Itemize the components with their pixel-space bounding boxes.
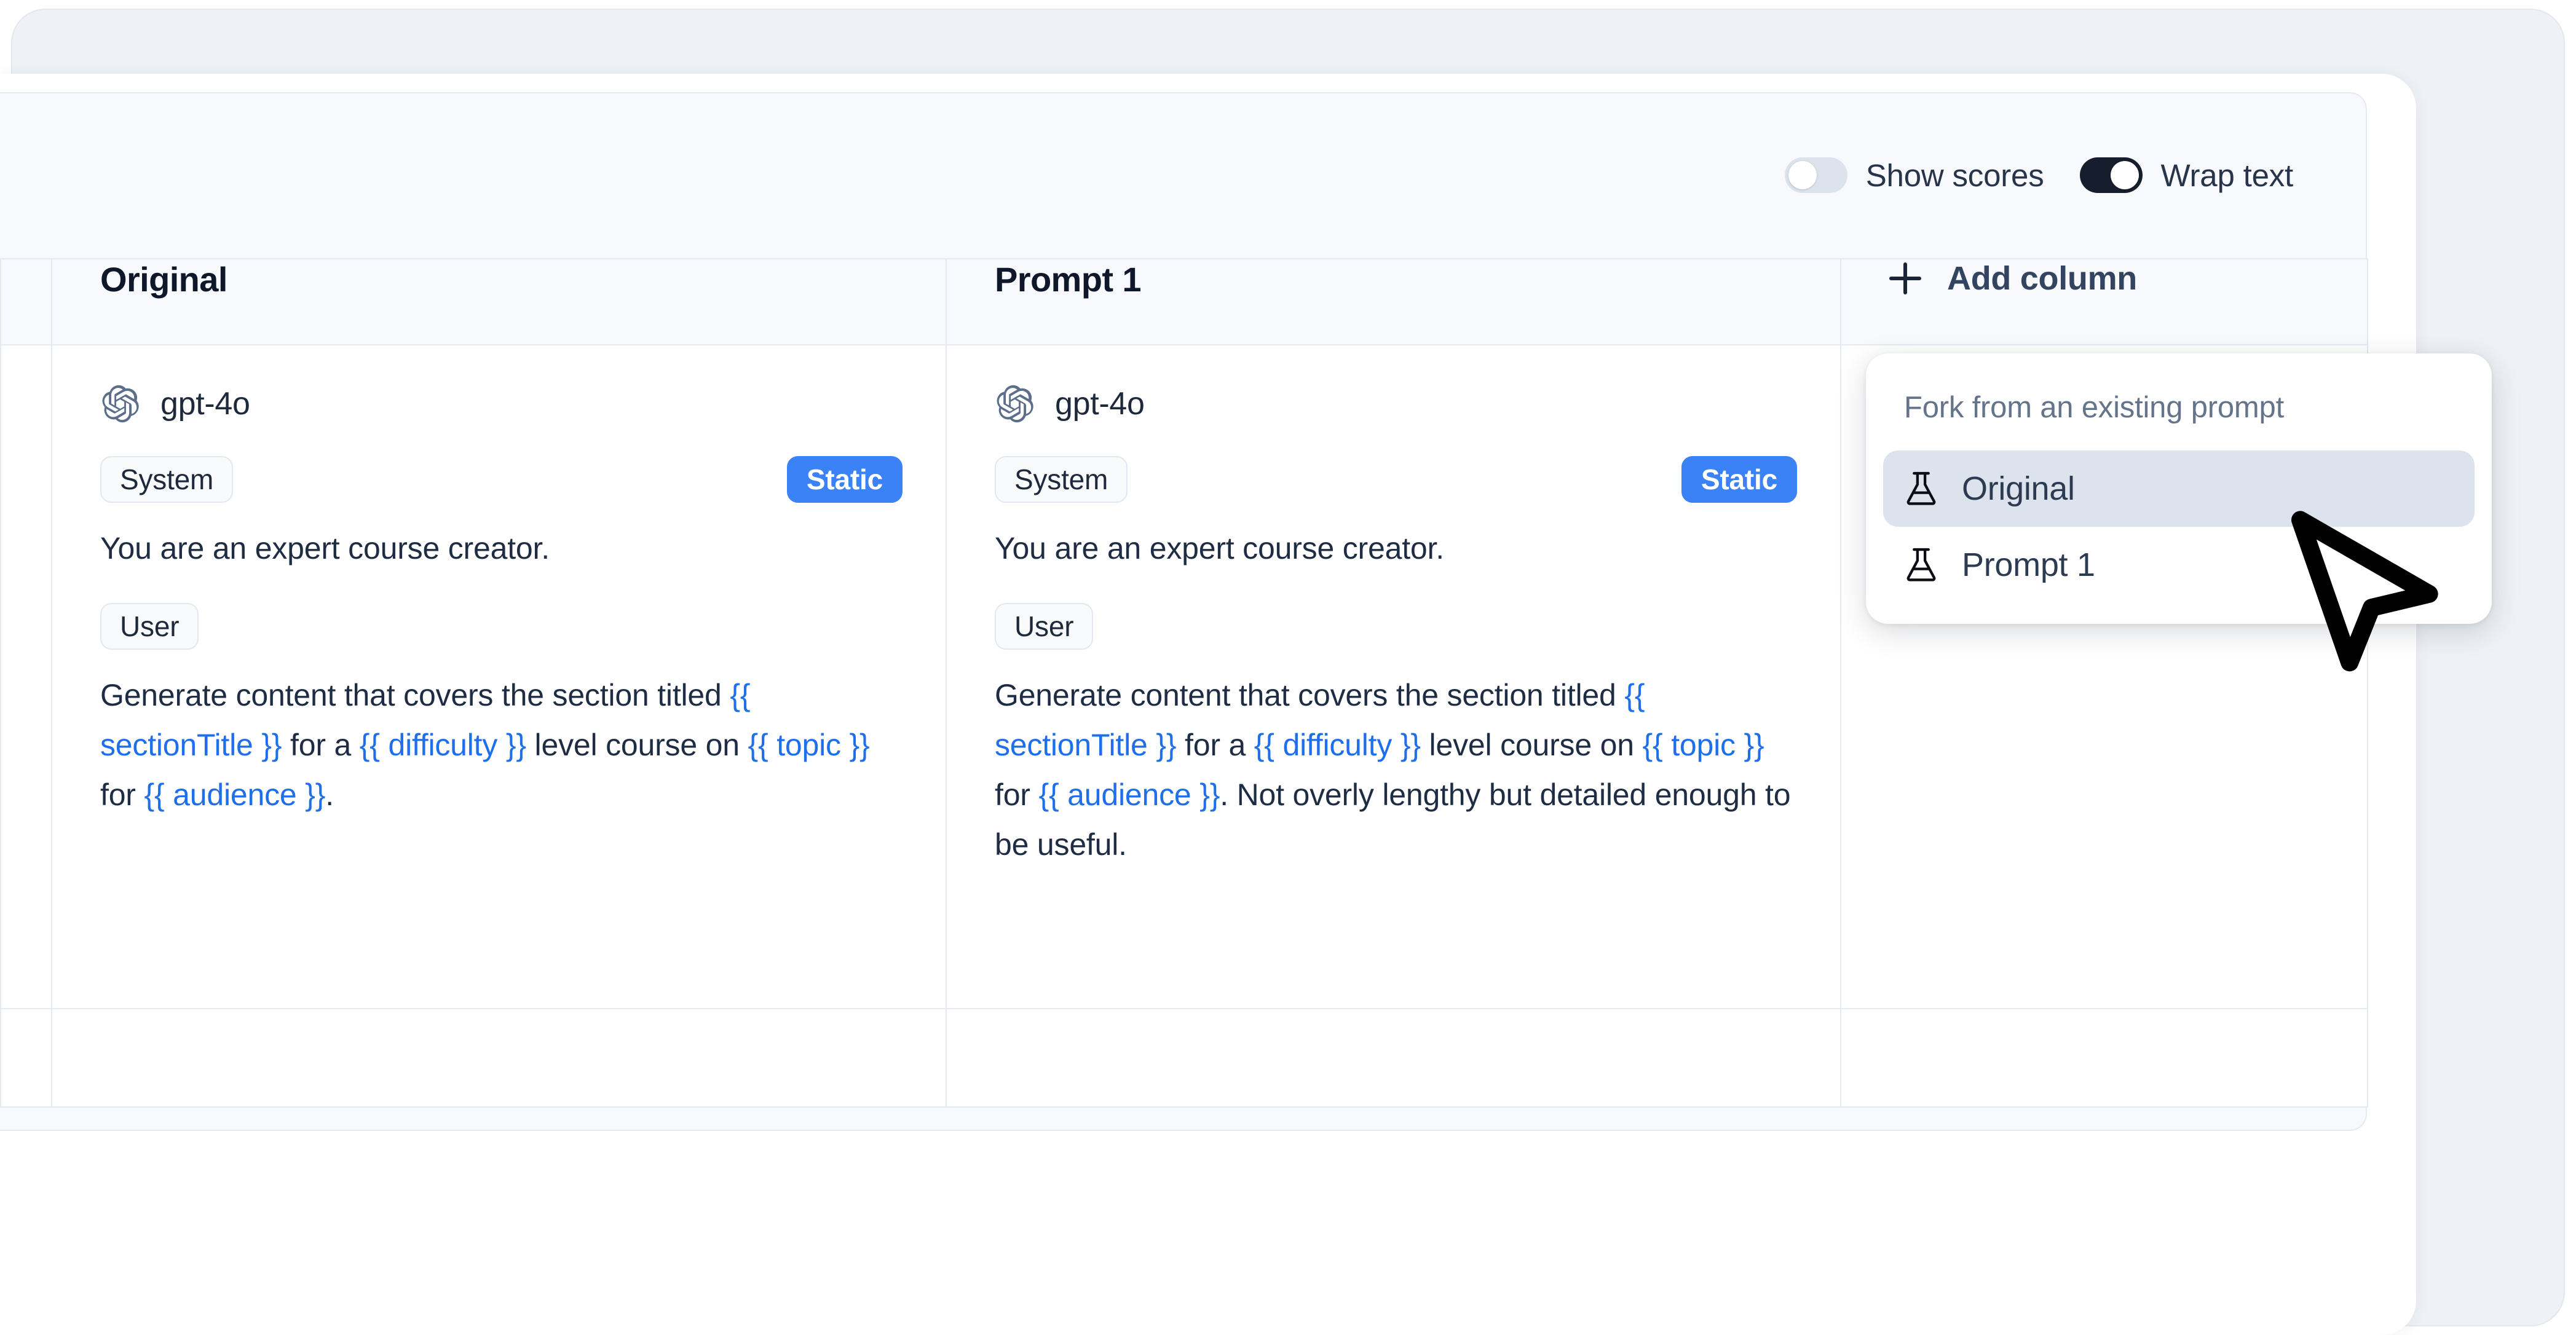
model-name: gpt-4o — [160, 386, 250, 422]
type-badge-static[interactable]: Static — [1681, 456, 1797, 503]
add-column-label: Add column — [1947, 260, 2137, 297]
dropdown-item-original[interactable]: Original — [1883, 451, 2475, 527]
flask-icon — [1906, 471, 1936, 505]
text-part: Generate content that covers the section… — [995, 678, 1625, 712]
toggle-knob — [2110, 161, 2139, 189]
type-badge-static[interactable]: Static — [786, 456, 903, 503]
template-variable: {{ topic }} — [748, 728, 870, 762]
text-part: . — [325, 778, 334, 812]
table-header-row: Original Prompt 1 Add column — [0, 258, 2368, 345]
message-text-user: Generate content that covers the section… — [995, 671, 1797, 870]
template-variable: {{ audience }} — [1038, 778, 1220, 812]
add-column-button[interactable]: Add column — [1889, 259, 2367, 297]
openai-logo-icon — [997, 385, 1033, 423]
wrap-text-label: Wrap text — [2160, 157, 2294, 193]
template-variable: {{ difficulty }} — [359, 728, 526, 762]
role-badge-system[interactable]: System — [995, 456, 1128, 503]
show-scores-toggle-group[interactable]: Show scores — [1784, 157, 2044, 194]
cell-prompt1[interactable]: gpt-4o System Static You are an expert c… — [946, 344, 1841, 1009]
text-part: You are an expert course creator. — [995, 531, 1444, 565]
model-row-prompt1[interactable]: gpt-4o — [995, 384, 1797, 424]
text-part: for — [100, 778, 144, 812]
message-text-system: You are an expert course creator. — [995, 524, 1797, 573]
message-text-user: Generate content that covers the section… — [100, 671, 903, 820]
openai-logo-icon — [102, 385, 139, 423]
toggle-switch-icon[interactable] — [1784, 157, 1847, 193]
wrap-text-toggle-group[interactable]: Wrap text — [2079, 157, 2294, 194]
empty-cell-prompt1[interactable] — [946, 1008, 1841, 1108]
table-toolbar: Show scores Wrap text — [0, 92, 2367, 258]
screenshot-stage: Show scores Wrap text Original Prompt 1 — [0, 0, 2576, 1335]
dropdown-item-label: Prompt 1 — [1962, 546, 2095, 583]
message-badges-system: System Static — [995, 456, 1797, 503]
show-scores-label: Show scores — [1865, 157, 2044, 193]
row-gutter-cell — [0, 1008, 52, 1108]
text-part: level course on — [526, 728, 748, 762]
model-name: gpt-4o — [1055, 386, 1145, 422]
text-part: for a — [1176, 728, 1254, 762]
cell-original[interactable]: gpt-4o System Static You are an expert c… — [51, 344, 947, 1009]
text-part: for — [995, 778, 1039, 812]
empty-cell-original[interactable] — [51, 1008, 947, 1108]
text-part: for a — [282, 728, 360, 762]
column-title-original: Original — [100, 260, 227, 299]
flask-icon — [1906, 548, 1936, 581]
plus-icon — [1889, 262, 1921, 294]
dropdown-item-prompt1[interactable]: Prompt 1 — [1883, 527, 2475, 603]
fork-prompt-dropdown: Fork from an existing prompt Original Pr… — [1866, 353, 2492, 624]
row-gutter-header — [0, 258, 52, 345]
column-header-prompt1[interactable]: Prompt 1 — [946, 258, 1841, 345]
template-variable: {{ topic }} — [1642, 728, 1764, 762]
message-text-system: You are an expert course creator. — [100, 524, 903, 573]
role-badge-system[interactable]: System — [100, 456, 234, 503]
empty-cell-add-column — [1840, 1008, 2368, 1108]
template-variable: {{ audience }} — [144, 778, 326, 812]
text-part: You are an expert course creator. — [100, 531, 550, 565]
text-part: Generate content that covers the section… — [100, 678, 730, 712]
table-row-empty — [0, 1008, 2368, 1108]
toggle-switch-icon[interactable] — [2079, 157, 2143, 193]
dropdown-item-label: Original — [1962, 470, 2075, 507]
message-badges-system: System Static — [100, 456, 903, 503]
add-column-header[interactable]: Add column — [1840, 258, 2368, 345]
model-row-original[interactable]: gpt-4o — [100, 384, 903, 424]
toggle-knob — [1788, 161, 1817, 189]
template-variable: {{ difficulty }} — [1254, 728, 1421, 762]
dropdown-title: Fork from an existing prompt — [1904, 391, 2285, 424]
text-part: level course on — [1420, 728, 1643, 762]
role-badge-user[interactable]: User — [995, 603, 1094, 650]
message-badges-user: User — [995, 603, 1797, 650]
row-gutter-cell — [0, 344, 52, 1009]
column-title-prompt1: Prompt 1 — [995, 260, 1142, 299]
column-header-original[interactable]: Original — [51, 258, 947, 345]
message-badges-user: User — [100, 603, 903, 650]
role-badge-user[interactable]: User — [100, 603, 199, 650]
